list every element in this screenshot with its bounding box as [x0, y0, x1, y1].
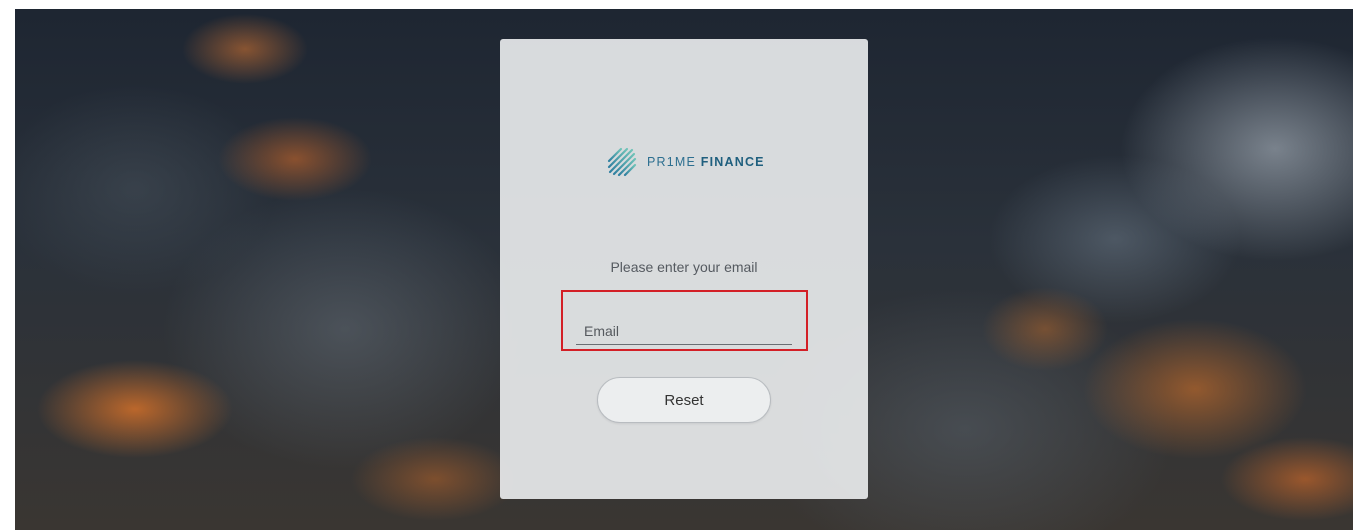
brand-name-light: PR1ME	[647, 155, 697, 169]
brand-name: PR1ME FINANCE	[647, 155, 765, 169]
brand-name-bold: FINANCE	[700, 155, 765, 169]
diagonal-stripes-logo-icon	[607, 147, 637, 177]
email-prompt: Please enter your email	[610, 259, 758, 275]
page-frame: PR1ME FINANCE Please enter your email Re…	[15, 9, 1353, 530]
reset-password-card: PR1ME FINANCE Please enter your email Re…	[500, 39, 868, 499]
brand-logo: PR1ME FINANCE	[607, 147, 765, 177]
email-input[interactable]	[576, 311, 792, 345]
reset-button[interactable]: Reset	[597, 377, 771, 423]
